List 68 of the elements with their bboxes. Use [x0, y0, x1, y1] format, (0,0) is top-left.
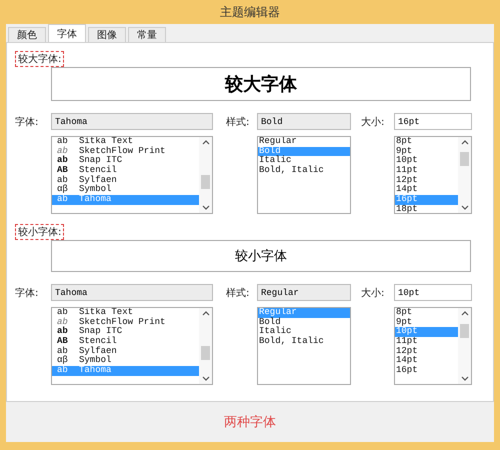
group-label: 较小字体:	[15, 224, 64, 240]
size-list-item[interactable]: 12pt	[395, 176, 458, 186]
caret-up-icon[interactable]	[202, 311, 210, 316]
scrollbar[interactable]	[199, 308, 212, 384]
size-list-item[interactable]: 10pt	[395, 156, 458, 166]
field-label: 字体:	[15, 286, 40, 300]
size-list-item[interactable]: 11pt	[395, 166, 458, 176]
font-list-item[interactable]: AB Stencil	[52, 166, 199, 176]
font-list-item[interactable]: ab Snap ITC	[52, 327, 199, 338]
font-list-item[interactable]: αβ Symbol	[52, 185, 199, 196]
size-list-item[interactable]: 8pt	[395, 137, 458, 147]
size-list-item[interactable]: 12pt	[395, 346, 458, 356]
style-list-item[interactable]: Bold, Italic	[258, 337, 350, 347]
font-list-item[interactable]: ab Snap ITC	[52, 156, 199, 166]
scrollbar-thumb[interactable]	[460, 324, 469, 338]
size-list-item[interactable]: 16pt	[395, 366, 458, 376]
tab[interactable]: 图像	[88, 27, 126, 42]
font-list-item[interactable]: ab SketchFlow Print	[52, 146, 199, 156]
font-list-item[interactable]: ab Sylfaen	[52, 176, 199, 186]
scrollbar-thumb[interactable]	[201, 346, 210, 360]
caret-down-icon[interactable]	[460, 205, 468, 210]
caret-up-icon[interactable]	[202, 140, 210, 145]
field-label: 大小:	[361, 116, 386, 130]
font-preview: 较小字体	[51, 240, 471, 272]
text-field[interactable]: Tahoma	[51, 113, 213, 130]
font-list-item[interactable]: AB Stencil	[52, 337, 199, 347]
size-list[interactable]: 8pt 9pt 10pt 11pt 12pt 14pt 16pt 18pt	[394, 136, 472, 214]
scrollbar-thumb[interactable]	[201, 175, 210, 189]
scrollbar[interactable]	[458, 308, 471, 384]
size-list-item[interactable]: 8pt	[395, 308, 458, 318]
text-field[interactable]: 16pt	[394, 113, 472, 130]
size-list-item[interactable]: 14pt	[395, 185, 458, 196]
field-label: 字体:	[15, 116, 40, 130]
text-field[interactable]: Tahoma	[51, 284, 213, 301]
style-list-item[interactable]: Italic	[258, 327, 350, 338]
caret-down-icon[interactable]	[460, 376, 468, 381]
size-list-item[interactable]: 18pt	[395, 204, 458, 213]
text-field[interactable]: 10pt	[394, 284, 472, 301]
font-list-item[interactable]: αβ Symbol	[52, 356, 199, 366]
scrollbar-thumb[interactable]	[460, 152, 469, 166]
caret-up-icon[interactable]	[460, 311, 468, 316]
style-list-item[interactable]: Bold	[258, 318, 350, 328]
scrollbar[interactable]	[458, 137, 471, 213]
caption: 两种字体	[224, 414, 276, 431]
size-list-item[interactable]: 9pt	[395, 146, 458, 156]
tab[interactable]: 颜色	[8, 27, 46, 42]
scrollbar[interactable]	[199, 137, 212, 213]
style-list-item[interactable]: Bold, Italic	[258, 166, 350, 176]
font-list-item[interactable]: ab SketchFlow Print	[52, 318, 199, 328]
size-list-item[interactable]: 14pt	[395, 356, 458, 366]
size-list-item[interactable]: 9pt	[395, 318, 458, 328]
tab[interactable]: 常量	[128, 27, 166, 42]
size-list-item[interactable]: 11pt	[395, 337, 458, 347]
font-preview: 较大字体	[51, 67, 471, 101]
caret-down-icon[interactable]	[202, 205, 210, 210]
window-title: 主题编辑器	[220, 4, 280, 20]
text-field[interactable]: Regular	[257, 284, 351, 301]
field-label: 样式:	[226, 116, 250, 130]
style-list-item[interactable]: Italic	[258, 156, 350, 166]
field-label: 样式:	[226, 286, 250, 300]
group-label: 较大字体:	[15, 51, 64, 67]
field-label: 大小:	[361, 286, 386, 300]
caret-down-icon[interactable]	[202, 376, 210, 381]
font-list-item[interactable]: ab Sylfaen	[52, 346, 199, 356]
tab[interactable]: 字体	[48, 24, 86, 42]
text-field[interactable]: Bold	[257, 113, 351, 130]
size-list[interactable]: 8pt 9pt 10pt 11pt 12pt 14pt 16pt	[394, 307, 472, 385]
caret-up-icon[interactable]	[460, 140, 468, 145]
